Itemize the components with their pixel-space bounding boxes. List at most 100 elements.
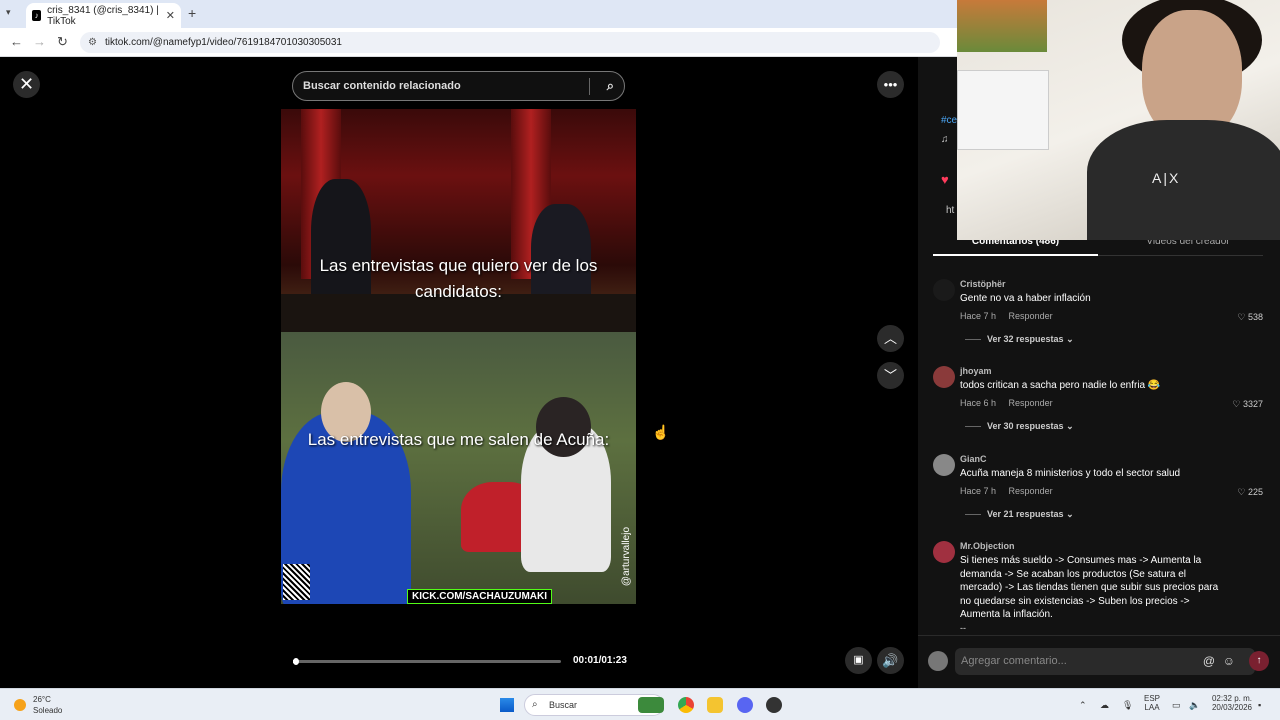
reply-link[interactable]: Responder xyxy=(1009,486,1053,496)
comment-item: Mr.Objection Si tienes más sueldo -> Con… xyxy=(933,541,1263,635)
like-count: 225 xyxy=(1247,487,1263,497)
like-heart-icon[interactable]: ♥ xyxy=(941,172,949,187)
comment-input[interactable]: Agregar comentario... @ ☺ xyxy=(955,648,1255,675)
tiktok-favicon-icon: ♪ xyxy=(32,10,42,21)
browser-tab[interactable]: ♪ cris_8341 (@cris_8341) | TikTok ✕ xyxy=(26,3,181,28)
video-frame-bottom: Las entrevistas que me salen de Acuña: K… xyxy=(281,332,636,604)
avatar[interactable] xyxy=(933,541,955,563)
my-avatar xyxy=(928,651,948,671)
chrome-icon[interactable] xyxy=(678,697,694,713)
replies-text: Ver 32 respuestas xyxy=(987,334,1064,344)
reply-link[interactable]: Responder xyxy=(1009,311,1053,321)
discord-icon[interactable] xyxy=(737,697,753,713)
view-replies-link[interactable]: Ver 32 respuestas ⌄ xyxy=(965,334,1074,345)
view-replies-link[interactable]: Ver 30 respuestas ⌄ xyxy=(965,421,1074,432)
obs-icon[interactable] xyxy=(766,697,782,713)
comment-user[interactable]: Mr.Objection xyxy=(960,541,1015,551)
lang-secondary: LAA xyxy=(1144,703,1160,712)
view-replies-link[interactable]: Ver 21 respuestas ⌄ xyxy=(965,509,1074,520)
hashtag-snippet[interactable]: #ce xyxy=(941,115,957,126)
previous-video-icon[interactable]: ︿ xyxy=(877,325,904,352)
reload-icon[interactable]: ↻ xyxy=(57,34,68,50)
link-snippet[interactable]: ht xyxy=(946,205,954,216)
comment-likes[interactable]: ♡ 538 xyxy=(1237,312,1263,323)
replies-text: Ver 30 respuestas xyxy=(987,421,1064,431)
video-player[interactable]: Buscar contenido relacionado ⌕ Las entre… xyxy=(281,57,636,688)
network-icon[interactable]: ▭ xyxy=(1172,700,1181,711)
site-info-icon[interactable]: ⚙ xyxy=(88,32,97,53)
video-frame-top: Las entrevistas que quiero ver de los ca… xyxy=(281,109,636,332)
avatar[interactable] xyxy=(933,279,955,301)
comment-text: Gente no va a haber inflación xyxy=(960,293,1091,304)
mouse-cursor-icon: ☝ xyxy=(652,424,670,440)
notification-icon[interactable]: ▪ xyxy=(1258,700,1261,710)
kick-banner: KICK.COM/SACHAUZUMAKI xyxy=(407,589,552,604)
forward-icon[interactable]: → xyxy=(33,34,46,49)
like-count: 538 xyxy=(1247,312,1263,322)
related-search-input[interactable]: Buscar contenido relacionado ⌕ xyxy=(292,71,625,101)
like-count: 3327 xyxy=(1242,399,1263,409)
wall-calendar xyxy=(957,70,1049,150)
next-video-icon[interactable]: ﹀ xyxy=(877,362,904,389)
qr-code xyxy=(283,564,310,600)
comment-likes[interactable]: ♡ 3327 xyxy=(1232,399,1263,410)
file-explorer-icon[interactable] xyxy=(707,697,723,713)
miniplayer-icon[interactable]: ▣ xyxy=(845,647,872,674)
mention-icon[interactable]: @ xyxy=(1203,648,1215,675)
microphone-icon[interactable]: 🎙 xyxy=(1122,700,1133,711)
webcam-overlay: A|X xyxy=(957,0,1280,240)
search-icon[interactable]: ⌕ xyxy=(607,72,614,100)
comment-meta: Hace 7 h Responder xyxy=(960,311,1063,321)
language-indicator[interactable]: ESP LAA xyxy=(1144,694,1160,712)
lang-primary: ESP xyxy=(1144,694,1161,703)
comment-time: Hace 6 h xyxy=(960,398,997,408)
url-text: tiktok.com/@namefyp1/video/7619184701030… xyxy=(105,37,342,48)
comment-user[interactable]: Cristöphër xyxy=(960,279,1006,289)
search-icon: ⌕ xyxy=(532,699,538,710)
replies-text: Ver 21 respuestas xyxy=(987,509,1064,519)
comment-text: todos critican a sacha pero nadie lo enf… xyxy=(960,380,1161,391)
more-options-icon[interactable]: ••• xyxy=(877,71,904,98)
new-tab-button[interactable]: + xyxy=(188,5,196,21)
clock-time: 02:32 p. m. xyxy=(1211,694,1252,703)
windows-taskbar: 26°C Soleado ⌕ Buscar ⌃ ☁ 🎙 ESP LAA ▭ 🔈 … xyxy=(0,688,1280,720)
comment-user[interactable]: GianC xyxy=(960,454,987,464)
playback-time: 00:01/01:23 xyxy=(573,655,627,666)
weather-sun-icon[interactable] xyxy=(14,699,26,711)
progress-knob[interactable] xyxy=(293,658,299,665)
volume-icon[interactable]: 🔊 xyxy=(877,647,904,674)
comment-time: Hace 7 h xyxy=(960,311,997,321)
video-watermark: @arturvallejo xyxy=(621,527,632,587)
reply-link[interactable]: Responder xyxy=(1009,398,1053,408)
comment-placeholder: Agregar comentario... xyxy=(961,655,1067,667)
emoji-icon[interactable]: ☺ xyxy=(1223,648,1235,675)
comment-likes[interactable]: ♡ 225 xyxy=(1237,487,1263,498)
streamer-shirt xyxy=(1087,120,1280,240)
speaker-icon[interactable]: 🔈 xyxy=(1189,700,1200,711)
music-icon: ♫ xyxy=(941,134,949,145)
close-viewer-button[interactable]: ✕ xyxy=(13,71,40,98)
onedrive-icon[interactable]: ☁ xyxy=(1100,700,1109,711)
tab-close-icon[interactable]: ✕ xyxy=(166,9,175,22)
comment-user[interactable]: jhoyam xyxy=(960,366,992,376)
avatar[interactable] xyxy=(933,454,955,476)
send-comment-button[interactable]: ↑ xyxy=(1249,651,1269,671)
url-field[interactable]: ⚙ tiktok.com/@namefyp1/video/76191847010… xyxy=(80,32,940,53)
widget-app-icon[interactable] xyxy=(638,697,664,713)
comment-item: Cristöphër Gente no va a haber inflación… xyxy=(933,279,1263,349)
search-divider xyxy=(589,78,590,95)
comment-meta: Hace 7 h Responder xyxy=(960,486,1063,496)
comment-extra: -- xyxy=(960,623,966,633)
tray-expand-icon[interactable]: ⌃ xyxy=(1079,700,1087,711)
progress-bar[interactable] xyxy=(293,658,561,665)
back-icon[interactable]: ← xyxy=(10,34,23,49)
system-clock[interactable]: 02:32 p. m. 20/03/2026 xyxy=(1208,694,1252,712)
weather-condition: Soleado xyxy=(33,706,63,715)
tab-search-icon[interactable]: ▾ xyxy=(6,7,11,18)
start-icon[interactable] xyxy=(500,698,514,712)
caption-bottom: Las entrevistas que me salen de Acuña: xyxy=(307,430,610,449)
comment-item: jhoyam todos critican a sacha pero nadie… xyxy=(933,366,1263,436)
wall-picture xyxy=(957,0,1047,52)
tab-title: cris_8341 (@cris_8341) | TikTok xyxy=(47,4,159,27)
avatar[interactable] xyxy=(933,366,955,388)
